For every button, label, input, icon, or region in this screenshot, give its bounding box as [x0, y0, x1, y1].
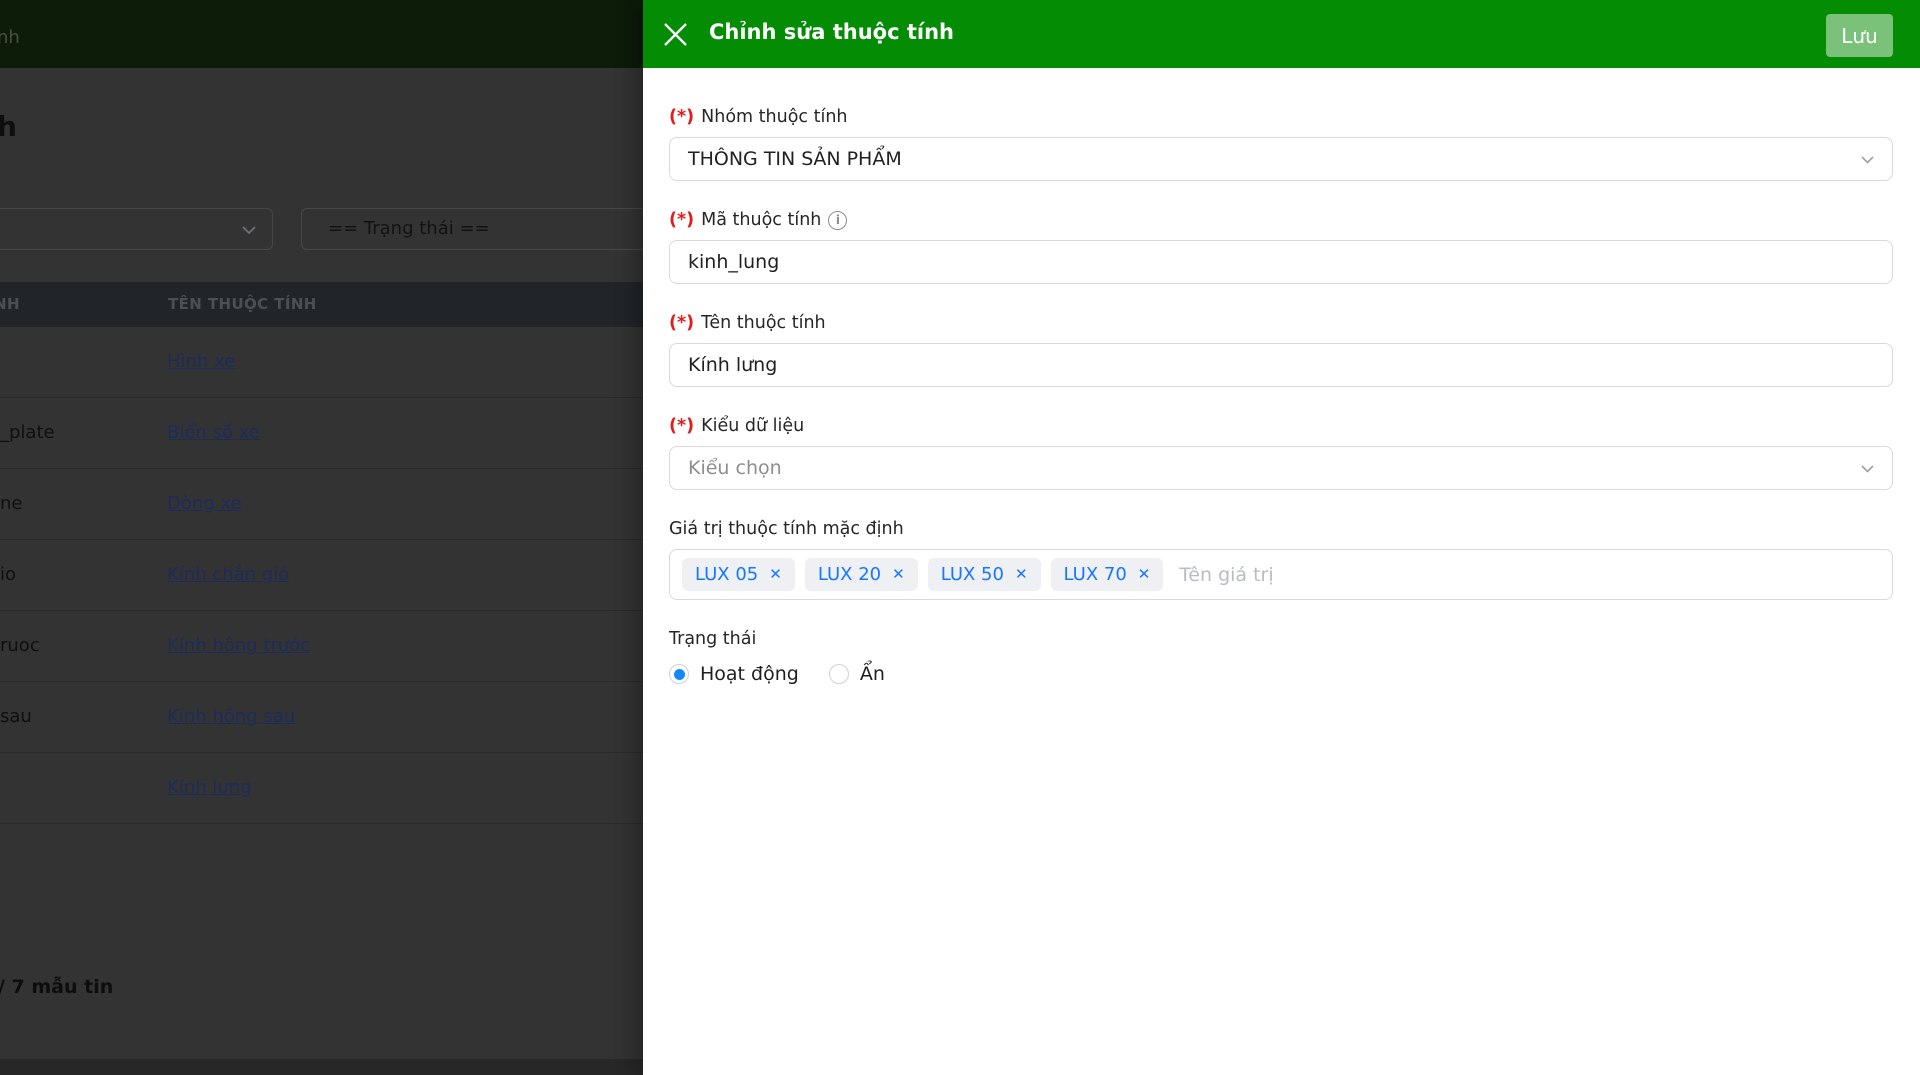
attribute-link[interactable]: Kính chắn gió — [167, 564, 289, 585]
status-filter-dropdown[interactable]: == Trạng thái == — [301, 208, 643, 250]
remove-tag-icon[interactable]: ✕ — [1015, 567, 1028, 582]
radio-option-active[interactable]: Hoạt động — [669, 663, 799, 685]
field-default-values: Giá trị thuộc tính mặc định LUX 05 ✕ LUX… — [669, 518, 1893, 600]
field-attribute-name: (*) Tên thuộc tính — [669, 312, 1893, 387]
attribute-code: ruoc — [0, 635, 40, 656]
tag-label: LUX 05 — [695, 564, 759, 585]
attribute-link[interactable]: Biển số xe — [167, 422, 260, 443]
drawer-title: Chỉnh sửa thuộc tính — [709, 20, 954, 44]
status-radio-group: Hoạt động Ẩn — [669, 660, 1893, 688]
attribute-code-input-wrap — [669, 240, 1893, 284]
selected-value: THÔNG TIN SẢN PHẨM — [688, 148, 902, 170]
chevron-down-icon — [240, 222, 258, 242]
attribute-code: _plate — [0, 422, 55, 443]
field-label-text: Nhóm thuộc tính — [701, 107, 848, 127]
field-label: Giá trị thuộc tính mặc định — [669, 518, 1893, 540]
required-marker: (*) — [669, 210, 695, 230]
attribute-name-input-wrap — [669, 343, 1893, 387]
table-row: io Kính chắn gió — [0, 540, 643, 611]
attribute-group-select[interactable]: THÔNG TIN SẢN PHẨM — [669, 137, 1893, 181]
radio-label: Hoạt động — [700, 663, 799, 685]
column-header-name: TÊN THUỘC TÍNH — [168, 295, 317, 313]
select-placeholder: Kiểu chọn — [688, 457, 782, 479]
field-attribute-code: (*) Mã thuộc tính i — [669, 209, 1893, 284]
info-circle-icon[interactable]: i — [828, 210, 848, 230]
required-marker: (*) — [669, 313, 695, 333]
table-header: NH TÊN THUỘC TÍNH — [0, 282, 643, 327]
save-button[interactable]: Lưu — [1826, 14, 1893, 57]
table-row: ruoc Kính hông trước — [0, 611, 643, 682]
radio-unselected-icon — [828, 664, 849, 684]
column-header-code: NH — [0, 295, 20, 313]
table-row: _plate Biển số xe — [0, 398, 643, 469]
status-filter-value: == Trạng thái == — [328, 218, 490, 239]
attribute-link[interactable]: Kính hông trước — [167, 635, 310, 656]
table-row: Hình xe — [0, 327, 643, 398]
value-tag: LUX 05 ✕ — [682, 558, 795, 591]
field-label-text: Tên thuộc tính — [701, 313, 826, 333]
field-label: (*) Tên thuộc tính — [669, 312, 1893, 334]
filter-dropdown[interactable] — [0, 208, 273, 250]
radio-selected-icon — [669, 664, 689, 684]
attribute-link[interactable]: Kính hông sau — [167, 706, 295, 727]
attribute-name-input[interactable] — [688, 354, 1874, 376]
required-marker: (*) — [669, 107, 695, 127]
field-label-text: Trạng thái — [669, 629, 757, 649]
radio-label: Ẩn — [859, 663, 885, 685]
remove-tag-icon[interactable]: ✕ — [1138, 567, 1151, 582]
field-label: (*) Mã thuộc tính i — [669, 209, 1893, 231]
tag-label: LUX 70 — [1063, 564, 1127, 585]
remove-tag-icon[interactable]: ✕ — [892, 567, 905, 582]
value-tag: LUX 50 ✕ — [927, 558, 1041, 591]
field-label: (*) Nhóm thuộc tính — [669, 106, 1893, 128]
record-count: / 7 mẫu tin — [0, 976, 114, 998]
app-topbar: nh — [0, 0, 643, 68]
edit-attribute-drawer: Chỉnh sửa thuộc tính Lưu (*) Nhóm thuộc … — [643, 0, 1920, 1075]
field-label-text: Giá trị thuộc tính mặc định — [669, 519, 904, 539]
topbar-text-fragment: nh — [0, 27, 20, 48]
attribute-link[interactable]: Dòng xe — [167, 493, 242, 514]
attribute-link[interactable]: Kính lưng — [167, 777, 252, 798]
required-marker: (*) — [669, 416, 695, 436]
radio-option-hidden[interactable]: Ẩn — [828, 663, 885, 685]
attribute-code: sau — [0, 706, 32, 727]
drawer-body: (*) Nhóm thuộc tính THÔNG TIN SẢN PHẨM (… — [643, 68, 1920, 716]
close-icon[interactable] — [661, 20, 690, 49]
field-label: Trạng thái — [669, 628, 1893, 650]
field-attribute-group: (*) Nhóm thuộc tính THÔNG TIN SẢN PHẨM — [669, 106, 1893, 181]
field-label: (*) Kiểu dữ liệu — [669, 415, 1893, 437]
tag-label: LUX 50 — [940, 564, 1004, 585]
field-data-type: (*) Kiểu dữ liệu Kiểu chọn — [669, 415, 1893, 490]
value-tag: LUX 70 ✕ — [1050, 558, 1164, 591]
field-label-text: Kiểu dữ liệu — [701, 416, 805, 436]
screen: nh h == Trạng thái == NH TÊN THUỘC TÍNH … — [0, 0, 1920, 1075]
table-row: sau Kính hông sau — [0, 682, 643, 753]
attribute-table: Hình xe _plate Biển số xe ne Dòng xe io … — [0, 327, 643, 824]
tag-label: LUX 20 — [817, 564, 882, 585]
data-type-select[interactable]: Kiểu chọn — [669, 446, 1893, 490]
field-status: Trạng thái Hoạt động Ẩn — [669, 628, 1893, 688]
table-row: ne Dòng xe — [0, 469, 643, 540]
field-label-text: Mã thuộc tính — [701, 210, 822, 230]
attribute-code-input[interactable] — [688, 251, 1874, 273]
value-tag: LUX 20 ✕ — [804, 558, 918, 591]
attribute-link[interactable]: Hình xe — [167, 351, 235, 372]
page-title-fragment: h — [0, 110, 17, 143]
new-value-input[interactable] — [1179, 563, 1880, 586]
chevron-down-icon — [1859, 461, 1876, 480]
page-backdrop-overlay[interactable]: nh h == Trạng thái == NH TÊN THUỘC TÍNH … — [0, 0, 643, 1075]
chevron-down-icon — [1859, 152, 1876, 171]
default-values-input-wrap[interactable]: LUX 05 ✕ LUX 20 ✕ LUX 50 ✕ LUX 70 ✕ — [669, 549, 1893, 600]
attribute-code: io — [0, 564, 17, 585]
attribute-code: ne — [0, 493, 23, 514]
remove-tag-icon[interactable]: ✕ — [769, 567, 782, 582]
table-row: Kính lưng — [0, 753, 643, 824]
drawer-header: Chỉnh sửa thuộc tính Lưu — [643, 0, 1920, 68]
bottom-strip — [0, 1059, 643, 1075]
